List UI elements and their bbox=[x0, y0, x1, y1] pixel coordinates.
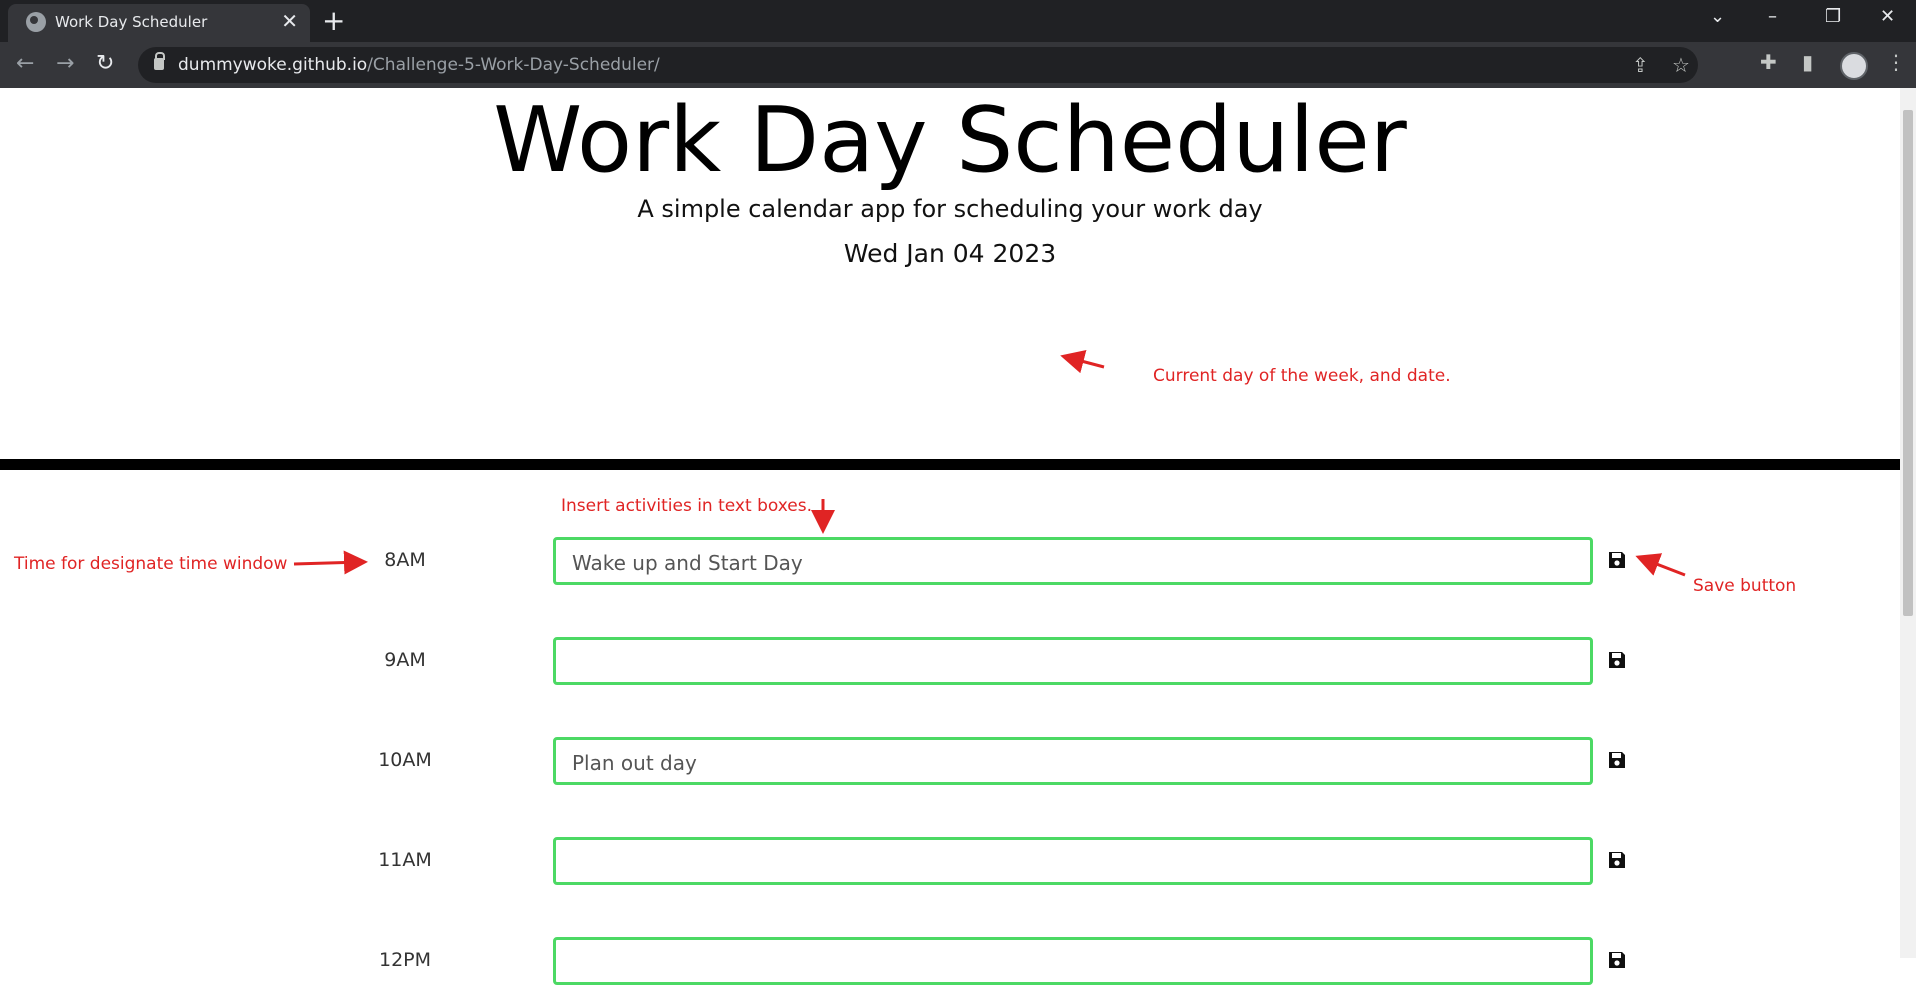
minimize-icon[interactable]: – bbox=[1768, 6, 1777, 27]
browser-toolbar: ← → ↻ dummywoke.github.io/Challenge-5-Wo… bbox=[0, 42, 1916, 88]
back-icon[interactable]: ← bbox=[16, 51, 34, 76]
extensions-icon[interactable]: ✚ bbox=[1760, 50, 1777, 74]
hour-label: 9AM bbox=[384, 649, 426, 671]
scrollbar-thumb[interactable] bbox=[1903, 110, 1913, 616]
time-block: 10AM Plan out day bbox=[0, 737, 1900, 785]
url-text: dummywoke.github.io/Challenge-5-Work-Day… bbox=[178, 55, 660, 75]
hour-label: 8AM bbox=[384, 549, 426, 571]
forward-icon[interactable]: → bbox=[56, 51, 74, 76]
page-scrollbar[interactable] bbox=[1900, 88, 1916, 958]
page-lead: A simple calendar app for scheduling you… bbox=[637, 195, 1263, 223]
restore-icon[interactable]: ❐ bbox=[1825, 6, 1841, 27]
time-block: 9AM bbox=[0, 637, 1900, 685]
activity-textbox[interactable] bbox=[553, 937, 1593, 985]
current-day: Wed Jan 04 2023 bbox=[843, 239, 1057, 268]
save-icon[interactable] bbox=[1607, 749, 1627, 771]
save-icon[interactable] bbox=[1607, 649, 1627, 671]
activity-textbox[interactable]: Plan out day bbox=[553, 737, 1593, 785]
save-icon[interactable] bbox=[1607, 549, 1627, 571]
browser-tab[interactable]: Work Day Scheduler ✕ bbox=[8, 4, 310, 42]
browser-tab-bar: Work Day Scheduler ✕ + ⌄ – ❐ ✕ bbox=[0, 0, 1916, 42]
lock-icon bbox=[154, 52, 165, 70]
menu-icon[interactable]: ⋮ bbox=[1886, 50, 1906, 74]
time-block: 12PM bbox=[0, 937, 1900, 985]
tab-title: Work Day Scheduler bbox=[55, 13, 208, 31]
activity-textbox[interactable] bbox=[553, 837, 1593, 885]
url-path: /Challenge-5-Work-Day-Scheduler/ bbox=[367, 55, 660, 75]
side-panel-icon[interactable]: ▮ bbox=[1802, 50, 1813, 74]
activity-textbox[interactable] bbox=[553, 637, 1593, 685]
header-divider bbox=[0, 459, 1900, 470]
time-block: 8AM Wake up and Start Day bbox=[0, 537, 1900, 585]
new-tab-icon[interactable]: + bbox=[322, 4, 345, 37]
reload-icon[interactable]: ↻ bbox=[96, 51, 114, 76]
bookmark-star-icon[interactable]: ☆ bbox=[1672, 53, 1690, 77]
address-bar[interactable]: dummywoke.github.io/Challenge-5-Work-Day… bbox=[138, 47, 1698, 83]
page-title: Work Day Scheduler bbox=[493, 88, 1407, 193]
close-tab-icon[interactable]: ✕ bbox=[281, 9, 298, 33]
activity-textbox[interactable]: Wake up and Start Day bbox=[553, 537, 1593, 585]
save-icon[interactable] bbox=[1607, 949, 1627, 971]
hour-label: 12PM bbox=[378, 949, 432, 971]
url-host: dummywoke.github.io bbox=[178, 55, 368, 75]
profile-avatar[interactable] bbox=[1840, 52, 1868, 80]
globe-icon bbox=[26, 12, 46, 32]
date-annotation: Current day of the week, and date. bbox=[1153, 366, 1451, 386]
textbox-annotation: Insert activities in text boxes. bbox=[561, 496, 812, 516]
close-window-icon[interactable]: ✕ bbox=[1880, 6, 1895, 27]
hour-label: 10AM bbox=[378, 749, 432, 771]
share-icon[interactable]: ⇪ bbox=[1632, 53, 1649, 77]
hour-label: 11AM bbox=[378, 849, 432, 871]
tab-search-icon[interactable]: ⌄ bbox=[1710, 6, 1725, 27]
save-icon[interactable] bbox=[1607, 849, 1627, 871]
time-block: 11AM bbox=[0, 837, 1900, 885]
